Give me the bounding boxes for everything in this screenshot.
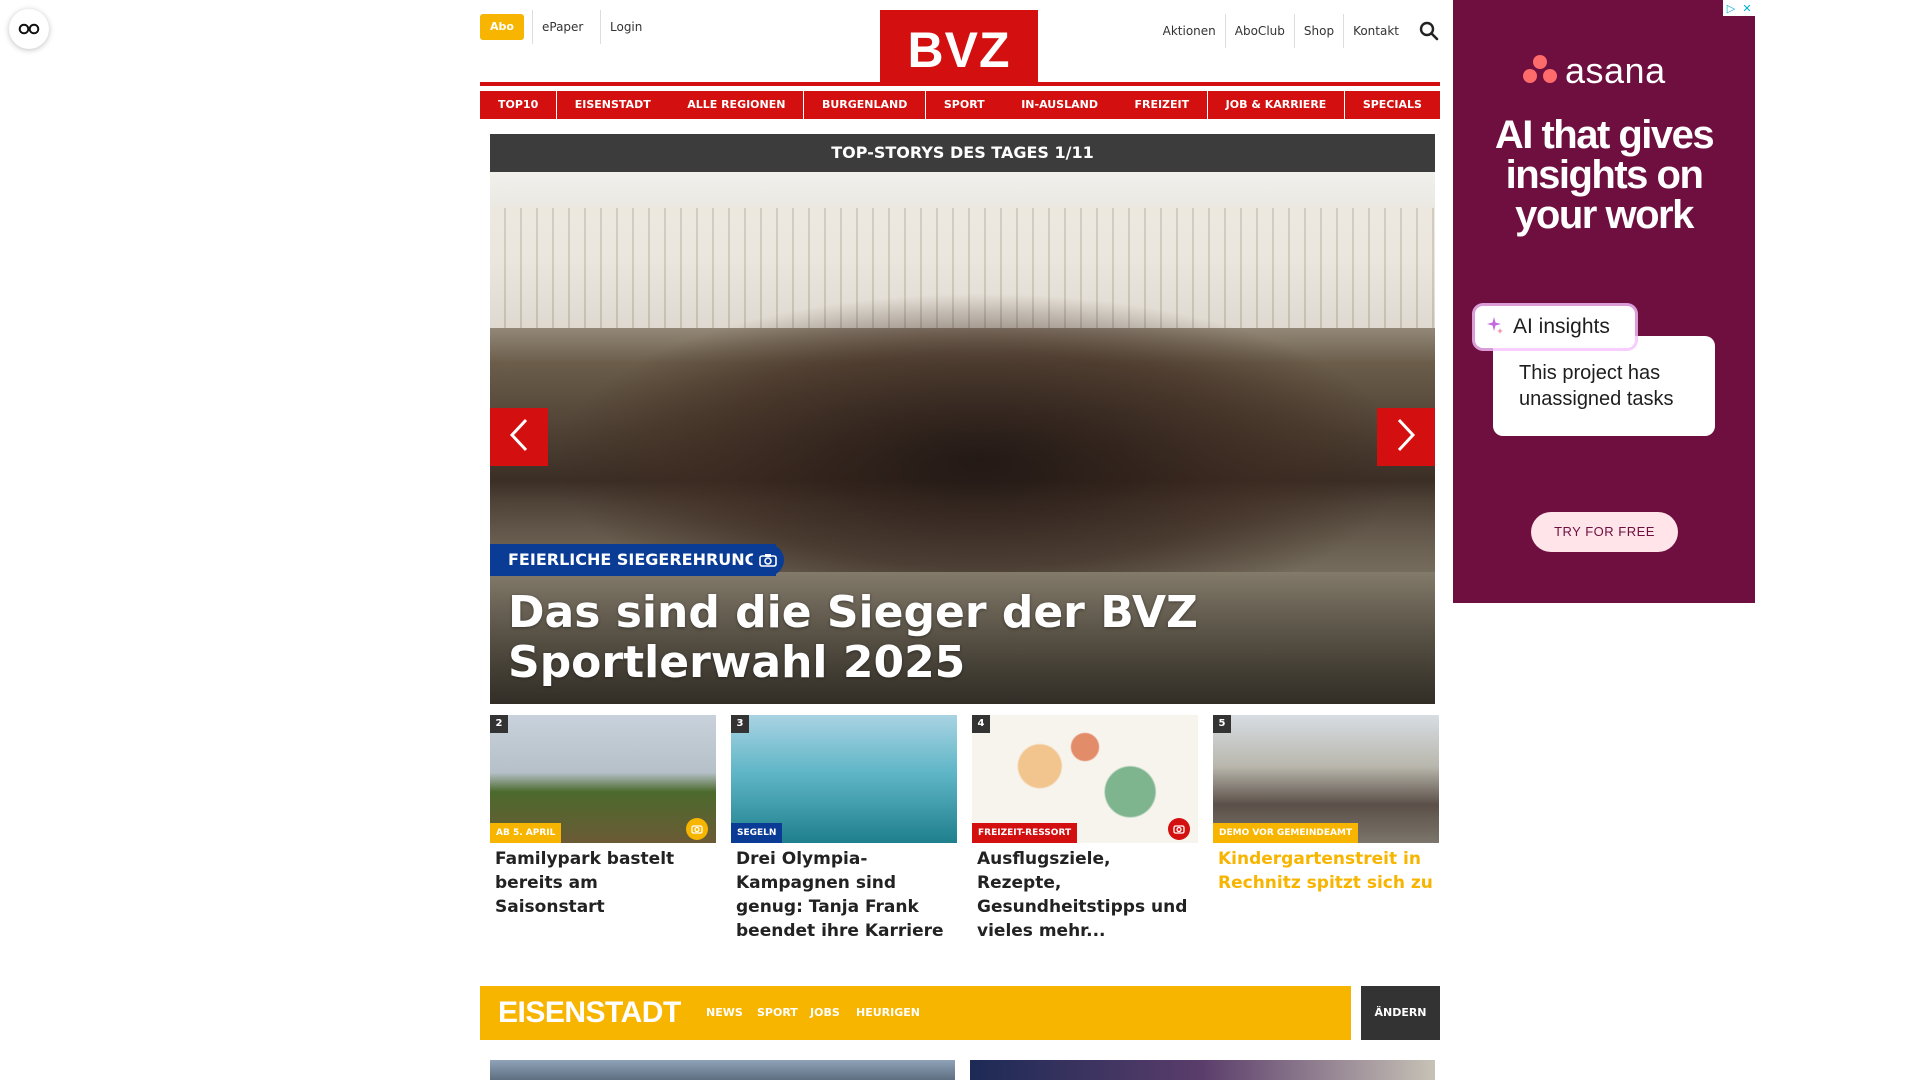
story-thumbnail: 4 FREIZEIT-RESSORT (972, 715, 1198, 843)
sparkle-icon (1485, 315, 1505, 339)
ad-choices[interactable]: ▷ ✕ (1723, 0, 1755, 16)
story-number: 3 (731, 715, 749, 733)
section-story-thumbnail[interactable] (970, 1060, 1435, 1080)
nav-item-top10[interactable]: TOP10 (480, 91, 557, 119)
header-rule (480, 82, 1440, 86)
camera-icon (1168, 818, 1190, 840)
search-icon[interactable] (1418, 20, 1440, 42)
abo-button[interactable]: Abo (480, 14, 524, 40)
section-link-news[interactable]: NEWS (706, 986, 743, 1040)
shop-link[interactable]: Shop (1295, 18, 1343, 44)
hero-title[interactable]: Das sind die Sieger der BVZ Sportlerwahl… (508, 588, 1408, 688)
change-region-button[interactable]: ÄNDERN (1361, 986, 1440, 1040)
story-title[interactable]: Kindergartenstreit in Rechnitz spitzt si… (1213, 843, 1439, 895)
ad-card-text: This project has unassigned tasks (1519, 362, 1674, 410)
close-icon[interactable]: ✕ (1739, 0, 1755, 16)
story-cards: 2 AB 5. APRIL Familypark bastelt bereits… (490, 715, 1439, 945)
bvz-logo[interactable]: BVZ (880, 10, 1038, 84)
story-card[interactable]: 4 FREIZEIT-RESSORT Ausflugsziele, Rezept… (972, 715, 1198, 943)
section-title[interactable]: EISENSTADT (498, 986, 681, 1040)
section-header: EISENSTADT NEWS SPORT JOBS HEURIGEN (480, 986, 1351, 1040)
adchoices-icon[interactable]: ▷ (1723, 0, 1739, 16)
section-link-sport[interactable]: SPORT (757, 986, 798, 1040)
story-number: 5 (1213, 715, 1231, 733)
page-column: Abo ePaper Login BVZ Aktionen AboClub Sh… (480, 0, 1440, 1080)
nav-item-in-ausland[interactable]: IN-AUSLAND (1003, 91, 1116, 119)
ad-card: This project has unassigned tasks (1493, 336, 1715, 436)
camera-icon (752, 544, 784, 576)
hero-story[interactable]: FEIERLICHE SIEGEREHRUNG Das sind die Sie… (490, 172, 1435, 704)
ad-ai-insights-pill: AI insights (1475, 306, 1635, 348)
reader-mode-button[interactable] (9, 9, 49, 49)
ad-cta-button[interactable]: TRY FOR FREE (1531, 512, 1678, 552)
story-card[interactable]: 2 AB 5. APRIL Familypark bastelt bereits… (490, 715, 716, 919)
divider (600, 10, 601, 44)
advertisement[interactable]: ▷ ✕ asana AI that gives insights on your… (1453, 0, 1755, 603)
nav-item-specials[interactable]: SPECIALS (1344, 91, 1440, 119)
nav-item-job-karriere[interactable]: JOB & KARRIERE (1207, 91, 1345, 119)
nav-item-alle-regionen[interactable]: ALLE REGIONEN (669, 91, 804, 119)
header-links: Aktionen AboClub Shop Kontakt (1154, 14, 1440, 48)
carousel-prev-button[interactable] (490, 408, 548, 466)
asana-logo-icon (1523, 54, 1557, 88)
chevron-left-icon (509, 418, 529, 456)
carousel-next-button[interactable] (1377, 408, 1435, 466)
ad-pill-label: AI insights (1513, 315, 1610, 338)
hero-category-label: FEIERLICHE SIEGEREHRUNG (490, 544, 776, 576)
login-link[interactable]: Login (610, 14, 642, 40)
divider (532, 10, 533, 44)
story-thumbnail: 3 SEGELN (731, 715, 957, 843)
top-stories-heading: TOP-STORYS DES TAGES 1/11 (490, 134, 1435, 172)
kontakt-link[interactable]: Kontakt (1344, 18, 1408, 44)
top-bar: Abo ePaper Login BVZ Aktionen AboClub Sh… (480, 10, 1440, 86)
story-title[interactable]: Ausflugsziele, Rezepte, Gesundheitstipps… (972, 843, 1198, 943)
ad-headline: AI that gives insights on your work (1494, 113, 1715, 237)
nav-item-eisenstadt[interactable]: EISENSTADT (556, 91, 669, 119)
ad-brand: asana (1523, 50, 1666, 92)
story-title[interactable]: Drei Olympia-Kampagnen sind genug: Tanja… (731, 843, 957, 943)
story-tag: FREIZEIT-RESSORT (972, 823, 1078, 843)
camera-icon (686, 818, 708, 840)
glasses-icon (18, 20, 40, 39)
chevron-right-icon (1396, 418, 1416, 456)
story-card[interactable]: 3 SEGELN Drei Olympia-Kampagnen sind gen… (731, 715, 957, 943)
story-thumbnail: 2 AB 5. APRIL (490, 715, 716, 843)
story-number: 4 (972, 715, 990, 733)
aboclub-link[interactable]: AboClub (1226, 18, 1294, 44)
story-tag: AB 5. APRIL (490, 823, 562, 843)
nav-item-burgenland[interactable]: BURGENLAND (803, 91, 926, 119)
story-tag: DEMO VOR GEMEINDEAMT (1213, 823, 1359, 843)
story-number: 2 (490, 715, 508, 733)
story-title[interactable]: Familypark bastelt bereits am Saisonstar… (490, 843, 716, 919)
main-nav: TOP10 EISENSTADT ALLE REGIONEN BURGENLAN… (480, 91, 1440, 119)
epaper-link[interactable]: ePaper (542, 14, 583, 40)
ad-brand-name: asana (1565, 50, 1666, 91)
section-link-heurigen[interactable]: HEURIGEN (856, 986, 920, 1040)
section-story-thumbnail[interactable] (490, 1060, 955, 1080)
section-link-jobs[interactable]: JOBS (810, 986, 840, 1040)
nav-item-freizeit[interactable]: FREIZEIT (1116, 91, 1208, 119)
story-card[interactable]: 5 DEMO VOR GEMEINDEAMT Kindergartenstrei… (1213, 715, 1439, 895)
story-thumbnail: 5 DEMO VOR GEMEINDEAMT (1213, 715, 1439, 843)
nav-item-sport[interactable]: SPORT (925, 91, 1003, 119)
aktionen-link[interactable]: Aktionen (1154, 18, 1225, 44)
story-tag: SEGELN (731, 823, 783, 843)
